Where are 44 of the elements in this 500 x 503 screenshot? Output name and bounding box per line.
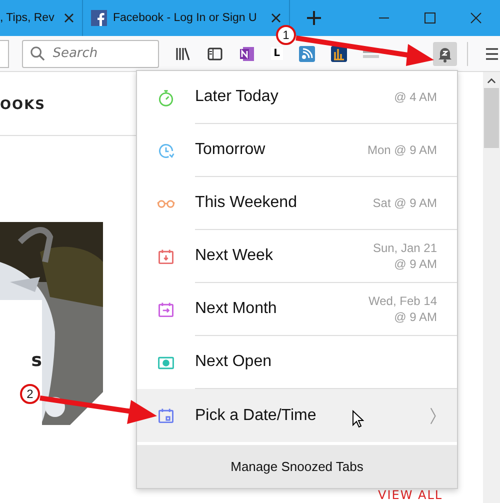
snooze-time: Sun, Jan 21 @ 9 AM xyxy=(372,240,437,272)
menu-item[interactable]: This Weekend Sat @ 9 AM xyxy=(137,177,457,230)
tab-title: , Tips, Rev xyxy=(0,12,54,24)
menu-item-label: Next Week xyxy=(195,247,273,265)
search-icon xyxy=(30,46,45,61)
tab-title: Facebook - Log In or Sign U xyxy=(113,12,257,24)
menu-item[interactable]: Tomorrow Mon @ 9 AM xyxy=(137,124,457,177)
menu-item-label: Next Open xyxy=(195,353,272,371)
facebook-icon xyxy=(91,10,107,26)
close-icon[interactable] xyxy=(470,12,482,24)
menu-item[interactable]: Next Month Wed, Feb 14 @ 9 AM xyxy=(137,283,457,336)
scroll-thumb[interactable] xyxy=(484,88,499,148)
menu-item-label: Pick a Date/Time xyxy=(195,406,316,424)
scroll-up-icon[interactable] xyxy=(487,78,496,84)
menu-item[interactable]: Pick a Date/Time xyxy=(137,389,457,442)
rss-icon[interactable] xyxy=(299,46,315,62)
close-icon[interactable] xyxy=(64,13,74,23)
close-icon[interactable] xyxy=(271,13,281,23)
menu-item-label: Later Today xyxy=(195,88,278,106)
menu-item[interactable]: Later Today @ 4 AM xyxy=(137,71,457,124)
scrollbar[interactable] xyxy=(483,72,500,503)
sidebar-icon[interactable] xyxy=(206,46,223,62)
view-all-link[interactable]: VIEW ALL xyxy=(378,488,443,502)
menu-item-label: This Weekend xyxy=(195,194,297,212)
extension-button[interactable]: L xyxy=(270,47,283,60)
bell-icon[interactable] xyxy=(433,42,457,66)
new-tab-icon[interactable] xyxy=(306,10,322,26)
card-title: s xyxy=(31,350,42,371)
menu-item-label: Tomorrow xyxy=(195,141,266,159)
address-field[interactable] xyxy=(0,40,9,68)
menu-icon[interactable] xyxy=(484,46,500,62)
snooze-time: Sat @ 9 AM xyxy=(372,195,437,211)
manage-snoozed-tabs-button[interactable]: Manage Snoozed Tabs xyxy=(137,442,457,488)
library-icon[interactable] xyxy=(174,46,191,62)
notebook-icon[interactable] xyxy=(238,46,255,62)
menu-item[interactable]: Next Week Sun, Jan 21 @ 9 AM xyxy=(137,230,457,283)
maximize-icon[interactable] xyxy=(424,12,436,24)
snooze-time: Mon @ 9 AM xyxy=(367,142,437,158)
snooze-time: @ 4 AM xyxy=(394,89,437,105)
search-field[interactable]: Search xyxy=(22,40,159,68)
menu-item-label: Next Month xyxy=(195,300,277,318)
snooze-time: Wed, Feb 14 @ 9 AM xyxy=(368,293,437,325)
cursor-icon xyxy=(352,410,364,428)
search-input[interactable]: Search xyxy=(50,45,155,62)
